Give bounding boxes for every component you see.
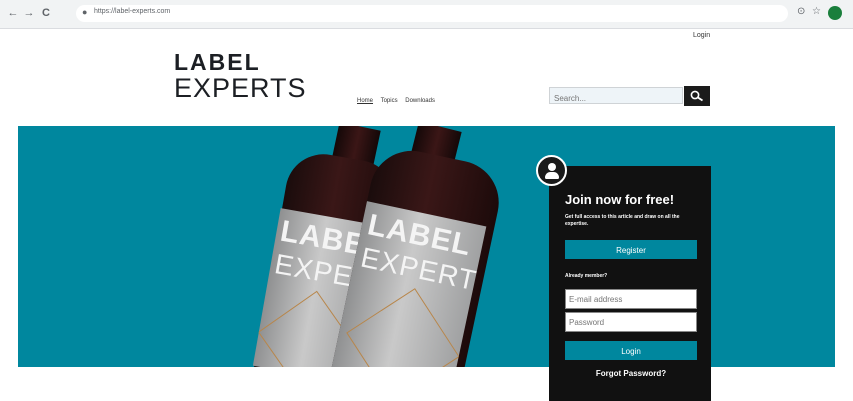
search-box xyxy=(549,87,684,106)
back-icon[interactable]: ← xyxy=(6,6,20,20)
search-icon xyxy=(690,90,704,102)
header-login-link[interactable]: Login xyxy=(693,32,710,39)
label-decoration xyxy=(346,288,460,367)
search-input[interactable] xyxy=(550,91,684,106)
site-logo[interactable]: LABEL EXPERTS xyxy=(174,50,307,102)
nav-link-home[interactable]: Home xyxy=(357,98,373,104)
hero-banner: LABEL EXPERTS LABEL EXPERTS xyxy=(18,126,835,367)
register-button[interactable]: Register xyxy=(565,240,697,259)
main-navigation: Home Topics Downloads xyxy=(357,98,441,104)
join-description: Get full access to this article and draw… xyxy=(565,214,680,227)
user-icon-body xyxy=(545,172,559,179)
join-title: Join now for free! xyxy=(565,192,675,207)
nav-link-downloads[interactable]: Downloads xyxy=(405,98,435,104)
already-member-label: Already member? xyxy=(565,273,608,279)
bookmark-star-icon[interactable]: ☆ xyxy=(812,6,821,17)
forgot-password-link[interactable]: Forgot Password? xyxy=(565,369,697,378)
user-icon-head xyxy=(548,163,556,171)
profile-avatar-icon[interactable] xyxy=(828,6,842,20)
address-bar[interactable]: ● https://label-experts.com xyxy=(76,5,788,22)
reload-icon[interactable]: C xyxy=(39,6,53,20)
browser-toolbar: ← → C ● https://label-experts.com ⊙ ☆ xyxy=(0,0,853,29)
lock-icon: ● xyxy=(82,7,88,17)
user-icon xyxy=(536,155,567,186)
extension-icon[interactable]: ⊙ xyxy=(797,6,805,17)
search-button[interactable] xyxy=(684,86,710,106)
url-text: https://label-experts.com xyxy=(94,8,171,15)
join-panel: Join now for free! Get full access to th… xyxy=(549,166,711,401)
email-field[interactable] xyxy=(565,289,697,309)
password-field[interactable] xyxy=(565,312,697,332)
logo-line-1: LABEL xyxy=(174,49,261,75)
forward-icon[interactable]: → xyxy=(22,6,36,20)
logo-line-2: EXPERTS xyxy=(174,73,307,103)
login-button[interactable]: Login xyxy=(565,341,697,360)
nav-link-topics[interactable]: Topics xyxy=(381,98,398,104)
